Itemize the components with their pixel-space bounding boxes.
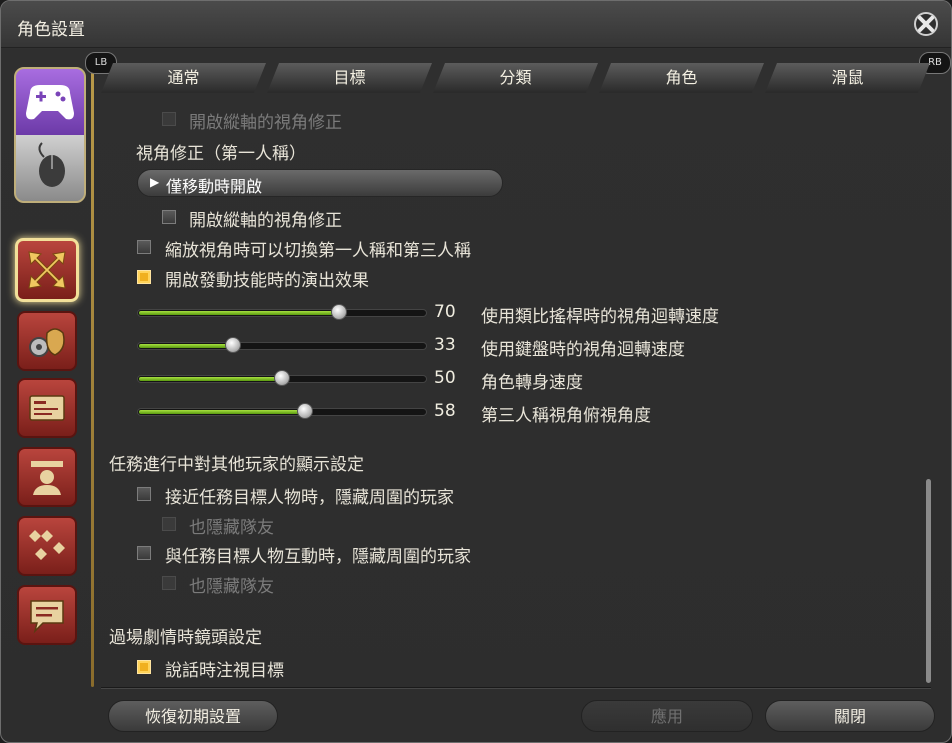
category-party-button[interactable] [17,516,77,576]
expand-arrows-icon [28,251,66,289]
keyboard-rotation-label: 使用鍵盤時的視角迴轉速度 [481,340,685,360]
pitch-angle-slider[interactable] [137,403,427,419]
stick-rotation-label: 使用類比搖桿時的視角迴轉速度 [481,307,719,327]
gamepad-icon[interactable] [16,69,84,135]
tab-category[interactable]: 分類 [433,63,598,93]
close-icon[interactable] [913,11,939,37]
footer-divider [101,687,931,688]
vertical-correction-label: 開啟縱軸的視角修正 [189,211,342,231]
hide-party-2-checkbox[interactable] [162,576,176,590]
apply-button[interactable]: 應用 [581,700,753,732]
pitch-angle-label: 第三人稱視角俯視角度 [481,406,651,426]
cutscene-heading: 過場劇情時鏡頭設定 [109,628,262,648]
hide-party-1-checkbox[interactable] [162,517,176,531]
skill-effect-checkbox[interactable] [137,270,151,284]
slider-knob[interactable] [331,304,347,320]
first-person-correction-dropdown[interactable]: ▶ 僅移動時開啟 [137,169,503,197]
first-person-heading: 視角修正（第一人稱） [136,144,306,164]
look-at-target-label: 說話時注視目標 [165,661,284,681]
tab-bar: 通常 目標 分類 角色 滑鼠 [101,63,931,95]
reset-defaults-button[interactable]: 恢復初期設置 [108,700,278,732]
keyboard-rotation-value: 33 [434,335,456,355]
slider-fill [139,410,305,414]
slider-fill [139,311,339,315]
chat-bubble-icon [30,600,64,634]
zoom-switch-label: 縮放視角時可以切換第一人稱和第三人稱 [165,241,471,261]
gear-bag-icon [29,328,65,357]
hide-party-1-label: 也隱藏隊友 [189,518,274,538]
window-title: 角色設置 [17,20,85,40]
zoom-switch-checkbox[interactable] [137,240,151,254]
skill-effect-label: 開啟發動技能時的演出效果 [165,271,369,291]
hide-party-2-label: 也隱藏隊友 [189,577,274,597]
look-at-target-checkbox[interactable] [137,660,151,674]
category-chat-button[interactable] [17,585,77,645]
stick-rotation-value: 70 [434,302,456,322]
vertical-correction-top-checkbox[interactable] [162,112,176,126]
hide-interact-label: 與任務目標人物互動時，隱藏周圍的玩家 [165,547,471,567]
slider-fill [139,377,282,381]
category-card-button[interactable] [17,378,77,438]
checker-icon [29,530,65,560]
id-card-icon [29,395,65,421]
hide-near-label: 接近任務目標人物時，隱藏周圍的玩家 [165,488,454,508]
dropdown-value: 僅移動時開啟 [166,177,263,196]
keyboard-rotation-slider[interactable] [137,337,427,353]
hide-near-checkbox[interactable] [137,487,151,501]
settings-content: 開啟縱軸的視角修正 視角修正（第一人稱） ▶ 僅移動時開啟 開啟縱軸的視角修正 … [101,97,931,687]
pitch-angle-value: 58 [434,401,456,421]
settings-window: 角色設置 LB RB 通常 目標 分類 角色 滑鼠 開啟縱軸的視角修正 視角修正… [0,0,952,743]
slider-knob[interactable] [274,370,290,386]
tab-character[interactable]: 角色 [599,63,764,93]
category-camera-button[interactable] [15,238,79,302]
vertical-correction-checkbox[interactable] [162,210,176,224]
slider-fill [139,344,233,348]
caret-right-icon: ▶ [150,175,160,189]
mouse-icon[interactable] [16,135,84,201]
slider-knob[interactable] [225,337,241,353]
vertical-correction-top-label: 開啟縱軸的視角修正 [189,113,342,133]
quest-display-heading: 任務進行中對其他玩家的顯示設定 [109,455,364,475]
person-icon [31,461,63,495]
tab-target[interactable]: 目標 [267,63,432,93]
sidebar-divider [91,57,94,687]
close-button[interactable]: 關閉 [765,700,935,732]
tab-general[interactable]: 通常 [101,63,266,93]
turn-speed-label: 角色轉身速度 [481,373,583,393]
slider-knob[interactable] [297,403,313,419]
input-device-switch[interactable] [14,67,86,203]
turn-speed-slider[interactable] [137,370,427,386]
category-items-button[interactable] [17,311,77,371]
scrollbar[interactable] [926,479,931,683]
turn-speed-value: 50 [434,368,456,388]
category-character-button[interactable] [17,447,77,507]
stick-rotation-slider[interactable] [137,304,427,320]
hide-interact-checkbox[interactable] [137,546,151,560]
tab-mouse[interactable]: 滑鼠 [765,63,930,93]
title-bar: 角色設置 [1,1,951,48]
